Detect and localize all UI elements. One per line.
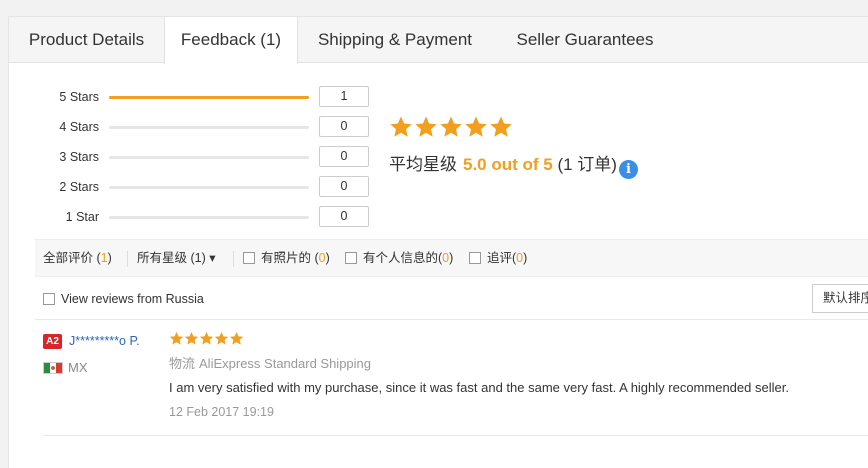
filter-personal-info[interactable]: 有个人信息的(0) bbox=[345, 240, 453, 277]
review-stars bbox=[169, 331, 244, 349]
tab-bar: Product Details Feedback (1) Shipping & … bbox=[9, 17, 868, 64]
rating-bar bbox=[109, 126, 309, 129]
shipping-label: 物流 bbox=[169, 356, 196, 371]
checkbox[interactable] bbox=[43, 293, 55, 305]
star-icon bbox=[415, 116, 437, 137]
filter-paren: ) bbox=[523, 251, 528, 265]
star-icon bbox=[184, 331, 199, 345]
filter-label: 所有星级 (1) bbox=[137, 251, 206, 265]
rating-bar bbox=[109, 156, 309, 159]
rating-row-1: 1 Star 0 bbox=[9, 206, 379, 227]
info-icon[interactable]: i bbox=[618, 160, 638, 179]
rating-count[interactable]: 1 bbox=[319, 86, 369, 107]
tab-product-details[interactable]: Product Details bbox=[9, 17, 164, 63]
rating-label: 1 Star bbox=[65, 210, 99, 224]
tab-seller-guarantees[interactable]: Seller Guarantees bbox=[492, 17, 678, 63]
star-icon bbox=[229, 331, 244, 345]
filter-paren: ) bbox=[107, 251, 112, 265]
review-filter-bar: 全部评价 (1) 所有星级 (1) ▾ 有照片的 (0) 有个人信息的(0) 追… bbox=[35, 239, 868, 277]
filter-follow-up[interactable]: 追评(0) bbox=[469, 240, 527, 277]
shipping-method: AliExpress Standard Shipping bbox=[199, 356, 372, 371]
star-icon bbox=[465, 116, 487, 137]
rating-label: 3 Stars bbox=[59, 150, 99, 164]
star-icon bbox=[390, 116, 412, 137]
rating-row-4: 4 Stars 0 bbox=[9, 116, 379, 137]
star-icon bbox=[199, 331, 214, 345]
filter-all-reviews[interactable]: 全部评价 (1) bbox=[43, 240, 112, 277]
checkbox[interactable] bbox=[345, 252, 357, 264]
rating-count[interactable]: 0 bbox=[319, 206, 369, 227]
average-stars bbox=[389, 115, 514, 139]
star-icon bbox=[169, 331, 184, 345]
filter-paren: ) bbox=[325, 251, 330, 265]
shipping-info: 物流 AliExpress Standard Shipping bbox=[169, 355, 371, 373]
feedback-panel: Product Details Feedback (1) Shipping & … bbox=[8, 16, 868, 468]
filter-paren: ) bbox=[449, 251, 454, 265]
star-icon bbox=[490, 116, 512, 137]
review-date: 12 Feb 2017 19:19 bbox=[169, 405, 274, 419]
filter-star-level[interactable]: 所有星级 (1) ▾ bbox=[137, 240, 216, 277]
filter-label: 追评( bbox=[487, 251, 517, 265]
rating-count[interactable]: 0 bbox=[319, 176, 369, 197]
tab-feedback[interactable]: Feedback (1) bbox=[164, 17, 298, 64]
filter-count: 1 bbox=[100, 251, 108, 265]
checkbox[interactable] bbox=[243, 252, 255, 264]
sort-dropdown[interactable]: 默认排序 bbox=[812, 284, 868, 313]
buyer-level-badge: A2 bbox=[43, 334, 62, 349]
checkbox[interactable] bbox=[469, 252, 481, 264]
rating-count[interactable]: 0 bbox=[319, 116, 369, 137]
tab-shipping-payment[interactable]: Shipping & Payment bbox=[298, 17, 492, 63]
average-label: 平均星级 bbox=[389, 155, 457, 174]
filter-label: 有个人信息的( bbox=[363, 251, 443, 265]
rating-bar bbox=[109, 186, 309, 189]
divider bbox=[127, 251, 128, 267]
average-rating: 平均星级 5.0 out of 5 (1 订单) i bbox=[389, 153, 638, 179]
reviewer-name[interactable]: J*********o P. bbox=[69, 332, 140, 350]
reviewer-country: MX bbox=[68, 360, 88, 375]
rating-row-5: 5 Stars 1 bbox=[9, 86, 379, 107]
filter-label: 全部评价 ( bbox=[43, 251, 101, 265]
filter-russia[interactable]: View reviews from Russia bbox=[43, 289, 204, 309]
average-value: 5.0 out of 5 bbox=[463, 155, 553, 174]
filter-count: 0 bbox=[318, 251, 326, 265]
rating-count[interactable]: 0 bbox=[319, 146, 369, 167]
rating-label: 5 Stars bbox=[59, 90, 99, 104]
filter-russia-label: View reviews from Russia bbox=[61, 292, 204, 306]
rating-label: 4 Stars bbox=[59, 120, 99, 134]
divider bbox=[233, 251, 234, 267]
divider bbox=[43, 435, 868, 436]
order-count: (1 订单) bbox=[557, 155, 617, 174]
filter-label: 有照片的 ( bbox=[261, 251, 319, 265]
rating-label: 2 Stars bbox=[59, 180, 99, 194]
rating-bar-fill bbox=[109, 96, 309, 99]
divider bbox=[35, 319, 868, 320]
filter-with-photos[interactable]: 有照片的 (0) bbox=[243, 240, 330, 277]
star-icon bbox=[214, 331, 229, 345]
rating-bar bbox=[109, 96, 309, 99]
chevron-down-icon: ▾ bbox=[209, 251, 216, 265]
mexico-flag-icon bbox=[43, 362, 63, 374]
rating-row-3: 3 Stars 0 bbox=[9, 146, 379, 167]
rating-row-2: 2 Stars 0 bbox=[9, 176, 379, 197]
star-icon bbox=[440, 116, 462, 137]
review-text: I am very satisfied with my purchase, si… bbox=[169, 380, 789, 395]
rating-bar bbox=[109, 216, 309, 219]
